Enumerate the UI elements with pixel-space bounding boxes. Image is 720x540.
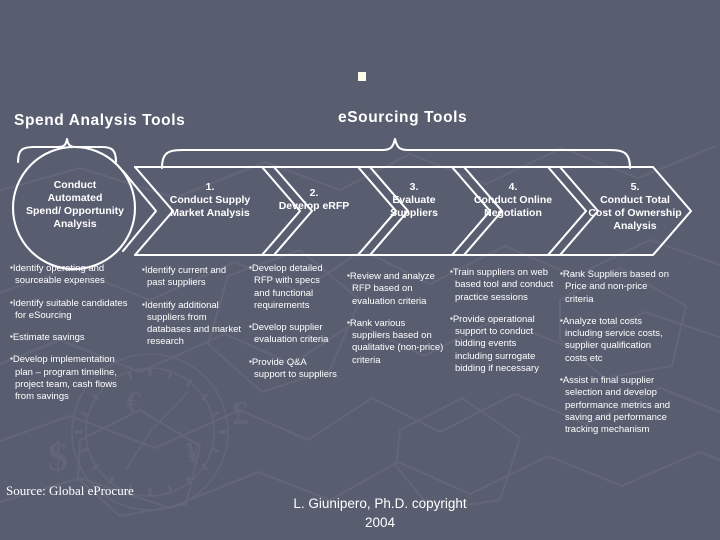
stage-number: 4.	[508, 181, 518, 193]
square-bullet-icon: ▪	[450, 313, 453, 323]
square-bullet-icon: ▪	[249, 263, 252, 272]
copyright-line-2: 2004	[364, 515, 396, 530]
stage-title-line: Negotiation	[484, 207, 542, 219]
bullet-item: ▪Develop supplier evaluation criteria	[249, 322, 329, 346]
bullet-column-total-cost-of-ownership: ▪Rank Suppliers based on Price and non-p…	[560, 268, 672, 446]
bullet-item: ▪Provide operational support to conduct …	[450, 313, 539, 375]
square-bullet-icon: ▪	[10, 297, 13, 307]
esourcing-tools-heading: eSourcing Tools	[338, 109, 468, 126]
stage-title-line: Spend/ Opportunity	[26, 205, 124, 217]
bullet-item: ▪Identify operating and sourceable expen…	[10, 263, 105, 287]
square-bullet-icon: ▪	[10, 263, 13, 272]
stage-title-line: Conduct Supply	[169, 194, 251, 206]
stage-number: 3.	[409, 181, 419, 193]
stage-title-line: Develop eRFP	[278, 200, 350, 212]
square-bullet-icon: ▪	[450, 267, 453, 276]
bullet-item: ▪Assist in final supplier selection and …	[560, 375, 671, 436]
bullet-item: ▪Analyze total costs including service c…	[560, 315, 663, 364]
stage-title-line: Analysis	[53, 218, 97, 230]
bullet-item: ▪Identify additional suppliers from data…	[142, 299, 242, 348]
stage-title-line: Suppliers	[390, 207, 438, 219]
stage-title-line: Analysis	[613, 220, 657, 232]
bullet-item: ▪Rank various suppliers based on qualita…	[347, 317, 444, 366]
square-bullet-icon: ▪	[249, 322, 252, 332]
bullet-item: ▪Develop implementation plan – program t…	[10, 354, 117, 403]
bullet-item: ▪Provide Q&A support to suppliers	[249, 356, 337, 381]
top-square-bullet-icon	[358, 72, 366, 81]
square-bullet-icon: ▪	[560, 269, 563, 278]
stage-title-line: Automated	[47, 192, 103, 204]
bullet-item: ▪Review and analyze RFP based on evaluat…	[347, 271, 435, 307]
copyright-note: L. Giunipero, Ph.D. copyright 2004	[230, 494, 530, 532]
bullet-item: ▪Rank Suppliers based on Price and non-p…	[560, 269, 669, 305]
stage-title-line: Conduct Total	[600, 194, 670, 206]
svg-text:$: $	[48, 434, 68, 479]
square-bullet-icon: ▪	[560, 375, 563, 385]
stage-title-line: Market Analysis	[170, 207, 250, 219]
slide-canvas: $ £ € ¥ Spend Analysis Tools eSourcing T…	[0, 0, 720, 540]
square-bullet-icon: ▪	[10, 332, 13, 342]
svg-text:£: £	[232, 395, 249, 432]
svg-text:¥: ¥	[186, 438, 200, 469]
stage-3-evaluate-suppliers[interactable]: 3. Evaluate Suppliers	[366, 181, 462, 220]
spend-analysis-tools-heading: Spend Analysis Tools	[14, 112, 186, 129]
stage-title-line: Conduct	[53, 179, 97, 191]
stage-1-conduct-supply-market-analysis[interactable]: 1. Conduct Supply Market Analysis	[152, 181, 268, 220]
square-bullet-icon: ▪	[347, 271, 350, 280]
bullet-column-conduct-online-negotiation: ▪Train suppliers on web based tool and c…	[450, 266, 554, 384]
stage-title-line: Conduct Online	[473, 194, 553, 206]
bullet-item: ▪Estimate savings	[10, 332, 85, 344]
stage-number: 2.	[309, 187, 319, 199]
source-note: Source: Global eProcure	[6, 483, 134, 498]
bullet-item: ▪Identify suitable candidates for eSourc…	[10, 297, 128, 321]
bullet-column-supply-market-analysis: ▪Identify current and past suppliers ▪Ide…	[142, 264, 246, 358]
copyright-line-1: L. Giunipero, Ph.D. copyright	[293, 496, 467, 511]
square-bullet-icon: ▪	[347, 317, 350, 327]
stage-number: 5.	[630, 181, 640, 193]
square-bullet-icon: ▪	[10, 354, 13, 364]
stage-title-line: Evaluate	[392, 194, 436, 206]
bullet-column-evaluate-suppliers: ▪Review and analyze RFP based on evaluat…	[347, 270, 445, 376]
square-bullet-icon: ▪	[560, 315, 563, 325]
square-bullet-icon: ▪	[142, 299, 145, 309]
bullet-item: ▪Develop detailed RFP with specs and fun…	[249, 263, 323, 311]
stage-4-conduct-online-negotiation[interactable]: 4. Conduct Online Negotiation	[454, 181, 572, 220]
bullet-item: ▪Train suppliers on web based tool and c…	[450, 267, 554, 303]
square-bullet-icon: ▪	[142, 265, 145, 274]
stage-number: 1.	[205, 181, 215, 193]
square-bullet-icon: ▪	[249, 356, 252, 366]
stage-5-conduct-total-cost-of-ownership-analysis[interactable]: 5. Conduct Total Cost of Ownership Analysis	[570, 181, 700, 233]
stage-2-develop-erfp[interactable]: 2. Develop eRFP	[262, 187, 366, 213]
bullet-column-spend-analysis: ▪Identify operating and sourceable expen…	[10, 262, 132, 413]
bullet-item: ▪Identify current and past suppliers	[142, 265, 227, 289]
bullet-column-develop-erfp: ▪Develop detailed RFP with specs and fun…	[249, 262, 337, 390]
stage-title-line: Cost of Ownership	[588, 207, 682, 219]
stage-circle-conduct-automated-spend-analysis[interactable]: Conduct Automated Spend/ Opportunity Analys…	[8, 179, 142, 231]
